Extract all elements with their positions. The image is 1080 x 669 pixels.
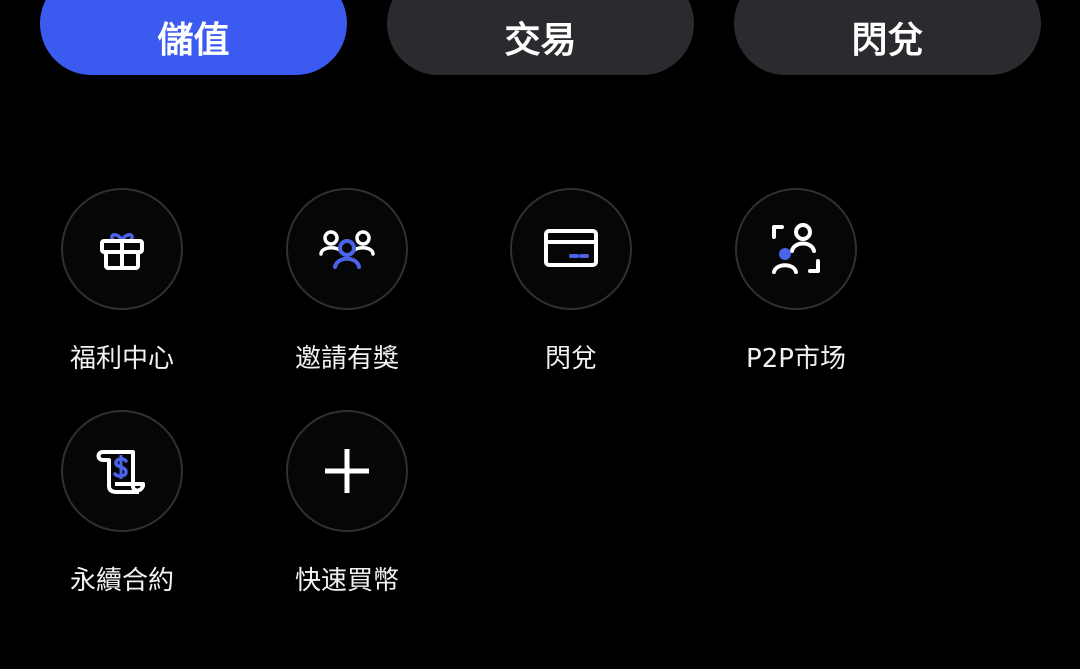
grid-item-perpetual-contract[interactable]: 永續合約 [24, 410, 224, 600]
trade-button[interactable]: 交易 [387, 0, 694, 75]
welfare-icon-circle [61, 188, 183, 310]
top-action-bar: 儲值 交易 閃兌 [40, 0, 1041, 75]
grid-item-label: 邀請有獎 [294, 344, 399, 374]
grid-item-label: 永續合約 [69, 566, 174, 596]
invite-icon-circle [286, 188, 408, 310]
grid-item-welfare-center[interactable]: 福利中心 [24, 188, 224, 378]
flash-exchange-icon-circle [510, 188, 632, 310]
grid-item-label: 閃兌 [544, 344, 597, 374]
invite-users-icon [319, 230, 375, 269]
deposit-button[interactable]: 儲值 [40, 0, 347, 75]
grid-item-p2p-market[interactable]: P2P市场 [698, 188, 898, 378]
flash-exchange-button[interactable]: 閃兌 [734, 0, 1041, 75]
contract-scroll-icon [96, 450, 145, 494]
grid-item-quick-buy[interactable]: 快速買幣 [249, 410, 449, 600]
contract-icon-circle [61, 410, 183, 532]
grid-item-label: P2P市场 [746, 344, 846, 374]
quick-buy-icon-circle [286, 410, 408, 532]
plus-icon [325, 449, 369, 493]
card-icon [544, 229, 598, 267]
p2p-icon-circle [735, 188, 857, 310]
grid-item-invite-rewards[interactable]: 邀請有獎 [249, 188, 449, 378]
grid-item-flash-exchange[interactable]: 閃兌 [473, 188, 673, 378]
p2p-users-icon [772, 223, 820, 274]
grid-item-label: 快速買幣 [294, 566, 399, 596]
gift-icon [100, 233, 144, 270]
grid-item-label: 福利中心 [69, 344, 174, 374]
